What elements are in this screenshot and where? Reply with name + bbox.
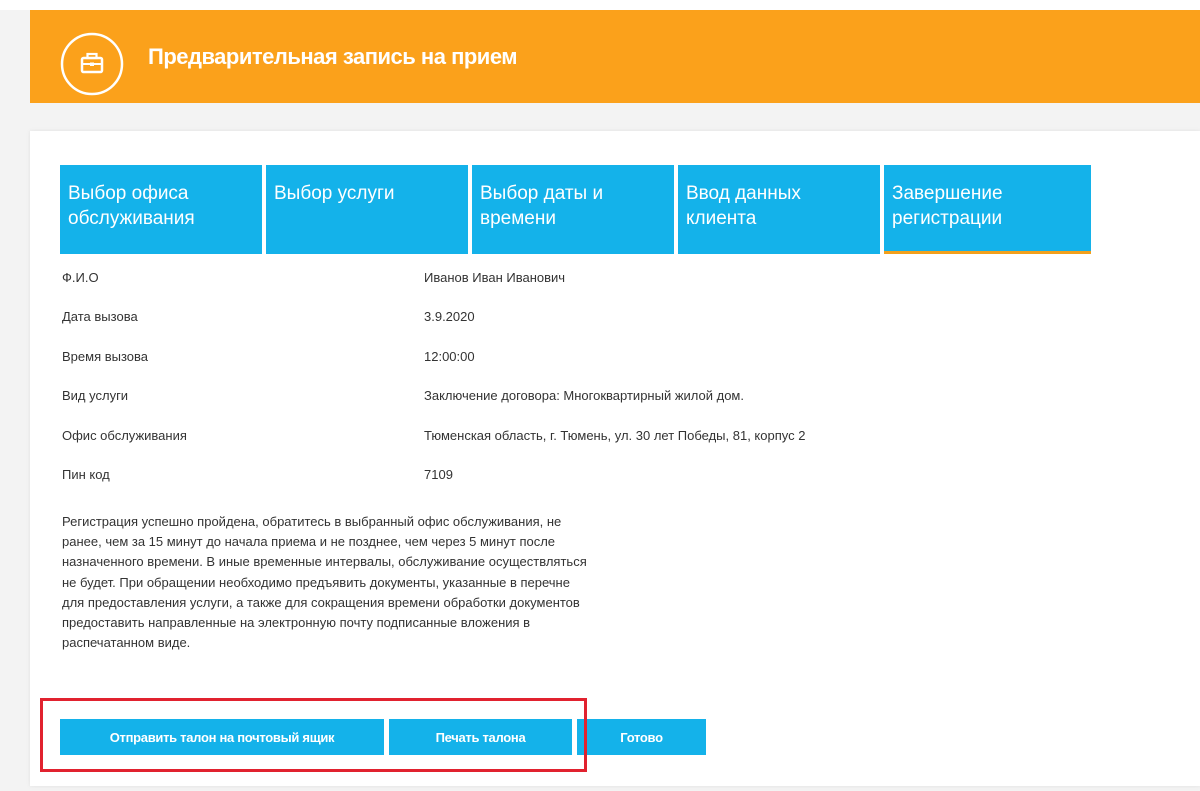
step-completion[interactable]: Завершение регистрации — [884, 165, 1091, 254]
step-service[interactable]: Выбор услуги — [266, 165, 468, 254]
detail-label: Ф.И.О — [62, 270, 99, 285]
success-message: Регистрация успешно пройдена, обратитесь… — [62, 514, 587, 651]
step-client-data[interactable]: Ввод данных клиента — [678, 165, 880, 254]
step-label: Ввод данных клиента — [686, 183, 801, 229]
step-label: Выбор даты и времени — [480, 183, 604, 229]
print-ticket-button[interactable]: Печать талона — [389, 719, 572, 755]
detail-label: Вид услуги — [62, 388, 129, 404]
detail-label: Офис обслуживания — [62, 427, 187, 443]
briefcase-icon — [60, 32, 124, 96]
detail-value: 12:00:00 — [424, 348, 475, 364]
detail-label: Пин код — [62, 466, 110, 482]
detail-label: Дата вызова — [62, 309, 138, 325]
detail-value: 3.9.2020 — [424, 309, 475, 325]
step-datetime[interactable]: Выбор даты и времени — [472, 165, 674, 254]
step-label: Выбор услуги — [274, 183, 395, 204]
top-strip — [0, 0, 1200, 10]
detail-value: 7109 — [424, 466, 453, 482]
detail-value: Тюменская область, г. Тюмень, ул. 30 лет… — [424, 427, 806, 443]
detail-label: Время вызова — [62, 348, 149, 364]
wizard-steps: Выбор офиса обслуживания Выбор услуги Вы… — [60, 165, 1091, 254]
step-label: Завершение регистрации — [892, 183, 1003, 229]
send-ticket-email-button[interactable]: Отправить талон на почтовый ящик — [60, 719, 384, 755]
step-label: Выбор офиса обслуживания — [68, 183, 195, 229]
detail-value: Иванов Иван Иванович — [424, 270, 566, 285]
detail-value: Заключение договора: Многоквартирный жил… — [424, 388, 744, 404]
done-button[interactable]: Готово — [577, 719, 706, 755]
page-title: Предварительная запись на прием — [148, 44, 518, 69]
step-office[interactable]: Выбор офиса обслуживания — [60, 165, 262, 254]
